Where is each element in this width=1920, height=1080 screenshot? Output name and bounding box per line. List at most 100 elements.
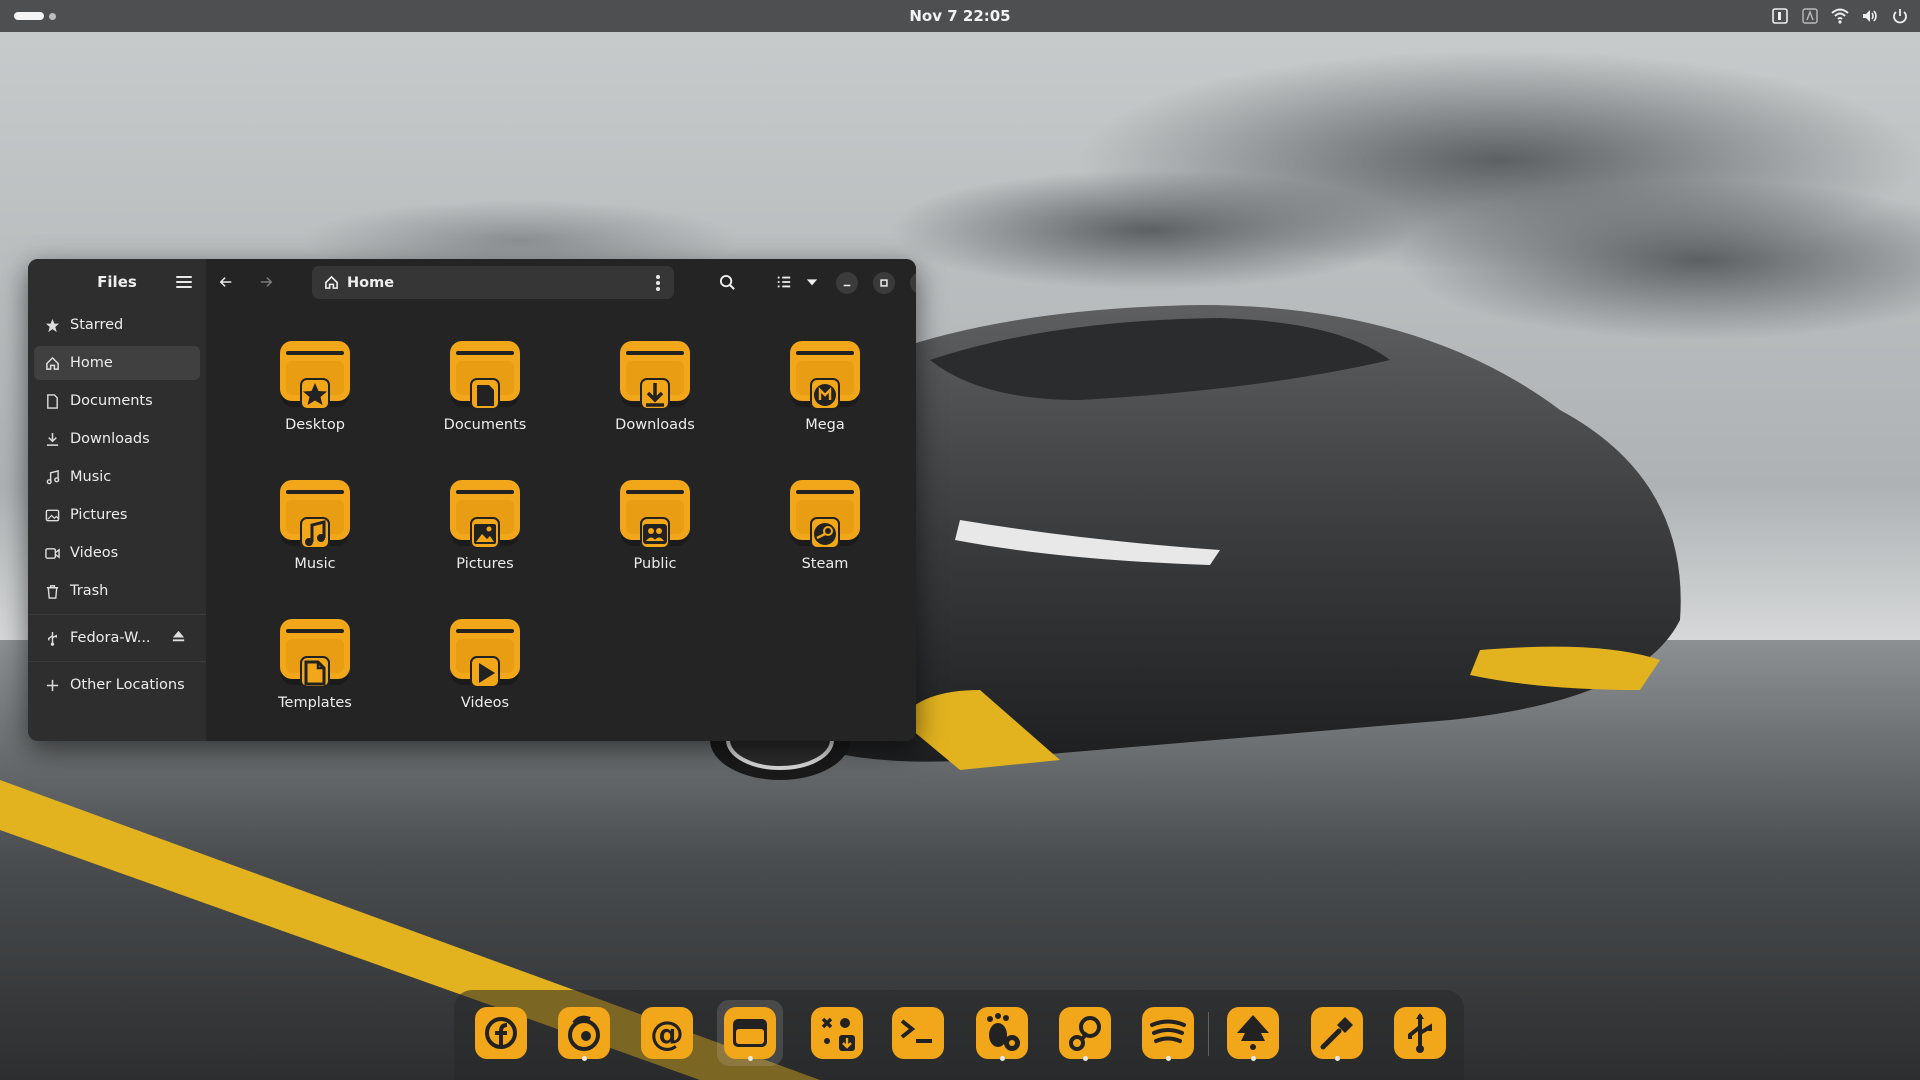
search-button[interactable] <box>716 271 738 293</box>
maximize-button[interactable] <box>873 272 895 294</box>
dock-app-gnome-settings[interactable] <box>969 1000 1035 1066</box>
dock-app-usb-writer[interactable] <box>1387 1000 1453 1066</box>
arrow-right-icon <box>260 277 273 287</box>
folder-label: Videos <box>460 695 510 711</box>
sidebar-item-label: Starred <box>70 317 124 333</box>
power-icon[interactable] <box>1890 6 1910 26</box>
sidebar: Files Starred Home Documents Downloads M… <box>28 259 206 741</box>
minimize-icon <box>843 284 851 287</box>
folder-label: Desktop <box>285 417 345 433</box>
folder-steam[interactable]: Steam <box>755 476 895 572</box>
software-icon <box>811 1007 863 1059</box>
view-list-button[interactable] <box>773 271 795 293</box>
document-icon <box>44 393 60 409</box>
system-tray[interactable] <box>1770 6 1910 26</box>
dock-app-fedora[interactable] <box>468 1000 534 1066</box>
sidebar-item-other-locations[interactable]: Other Locations <box>34 668 200 702</box>
folder-music[interactable]: Music <box>245 476 385 572</box>
folder-desktop[interactable]: Desktop <box>245 337 385 433</box>
dock-app-inkscape[interactable] <box>1220 1000 1286 1066</box>
running-indicator <box>1251 1056 1256 1061</box>
folder-label: Public <box>633 556 677 572</box>
music-icon <box>44 469 60 485</box>
close-button[interactable] <box>910 272 916 294</box>
clock[interactable]: Nov 7 22:05 <box>0 7 1920 25</box>
main-menu-button[interactable] <box>174 273 194 291</box>
folder-templates[interactable]: Templates <box>245 615 385 711</box>
gnome-settings-icon <box>976 1007 1028 1059</box>
dock-app-steam[interactable] <box>1052 1000 1118 1066</box>
sidebar-item-home[interactable]: Home <box>34 346 200 380</box>
folder-videos[interactable]: Videos <box>415 615 555 711</box>
wifi-icon[interactable] <box>1830 6 1850 26</box>
video-icon <box>44 545 60 561</box>
folder-icon <box>245 337 385 417</box>
files-icon <box>724 1007 776 1059</box>
sidebar-item-videos[interactable]: Videos <box>34 536 200 570</box>
files-window: Files Starred Home Documents Downloads M… <box>28 259 916 741</box>
usb-writer-icon <box>1394 1007 1446 1059</box>
home-icon <box>325 275 338 289</box>
header-bar: Home <box>206 259 916 305</box>
terminal-icon <box>892 1007 944 1059</box>
steam-icon <box>1059 1007 1111 1059</box>
folder-public[interactable]: Public <box>585 476 725 572</box>
folder-icon <box>755 476 895 556</box>
folder-mega[interactable]: Mega <box>755 337 895 433</box>
dock-app-software[interactable] <box>804 1000 870 1066</box>
spotify-icon <box>1142 1007 1194 1059</box>
folder-pictures[interactable]: Pictures <box>415 476 555 572</box>
home-icon <box>44 355 60 371</box>
folder-downloads[interactable]: Downloads <box>585 337 725 433</box>
svg-text:@: @ <box>650 1014 684 1054</box>
sidebar-item-label: Pictures <box>70 507 128 523</box>
volume-icon[interactable] <box>1860 6 1880 26</box>
usb-icon <box>44 630 60 646</box>
eject-icon[interactable] <box>171 629 186 648</box>
folder-label: Music <box>294 556 336 572</box>
dock-separator <box>1208 1012 1209 1056</box>
minimize-button[interactable] <box>836 272 858 294</box>
dock-app-files[interactable] <box>717 1000 783 1066</box>
folder-label: Downloads <box>615 417 695 433</box>
dock-app-spotify[interactable] <box>1135 1000 1201 1066</box>
fedora-icon <box>475 1007 527 1059</box>
keyboard-layout-icon[interactable] <box>1770 6 1790 26</box>
folder-label: Documents <box>443 417 527 433</box>
input-method-icon[interactable] <box>1800 6 1820 26</box>
current-location[interactable]: Home <box>347 275 394 291</box>
folder-icon <box>415 337 555 417</box>
location-menu-icon[interactable] <box>656 275 660 293</box>
view-options-button[interactable] <box>801 271 823 293</box>
arrow-left-icon <box>219 277 232 287</box>
sidebar-item-device[interactable]: Fedora-W... <box>34 621 200 655</box>
plus-icon <box>44 677 60 693</box>
forward-button[interactable] <box>256 272 276 292</box>
download-icon <box>44 431 60 447</box>
dock-app-firefox[interactable] <box>551 1000 617 1066</box>
sidebar-item-documents[interactable]: Documents <box>34 384 200 418</box>
chevron-down-icon <box>806 279 818 286</box>
list-view-icon <box>777 276 791 288</box>
search-icon <box>719 274 735 290</box>
running-indicator <box>1083 1056 1088 1061</box>
dock-app-mail[interactable]: @ <box>634 1000 700 1066</box>
sidebar-item-label: Downloads <box>70 431 150 447</box>
sidebar-item-pictures[interactable]: Pictures <box>34 498 200 532</box>
sidebar-item-label: Other Locations <box>70 677 185 693</box>
inkscape-icon <box>1227 1007 1279 1059</box>
sidebar-item-music[interactable]: Music <box>34 460 200 494</box>
folder-icon <box>415 476 555 556</box>
folder-icon <box>245 476 385 556</box>
sidebar-item-trash[interactable]: Trash <box>34 574 200 608</box>
sidebar-item-downloads[interactable]: Downloads <box>34 422 200 456</box>
back-button[interactable] <box>216 272 236 292</box>
running-indicator <box>582 1056 587 1061</box>
sidebar-item-label: Trash <box>70 583 109 599</box>
dock-app-terminal[interactable] <box>885 1000 951 1066</box>
sidebar-item-starred[interactable]: Starred <box>34 308 200 342</box>
path-bar[interactable]: Home <box>312 266 674 299</box>
folder-icon <box>585 476 725 556</box>
dock-app-color-picker[interactable] <box>1304 1000 1370 1066</box>
folder-documents[interactable]: Documents <box>415 337 555 433</box>
